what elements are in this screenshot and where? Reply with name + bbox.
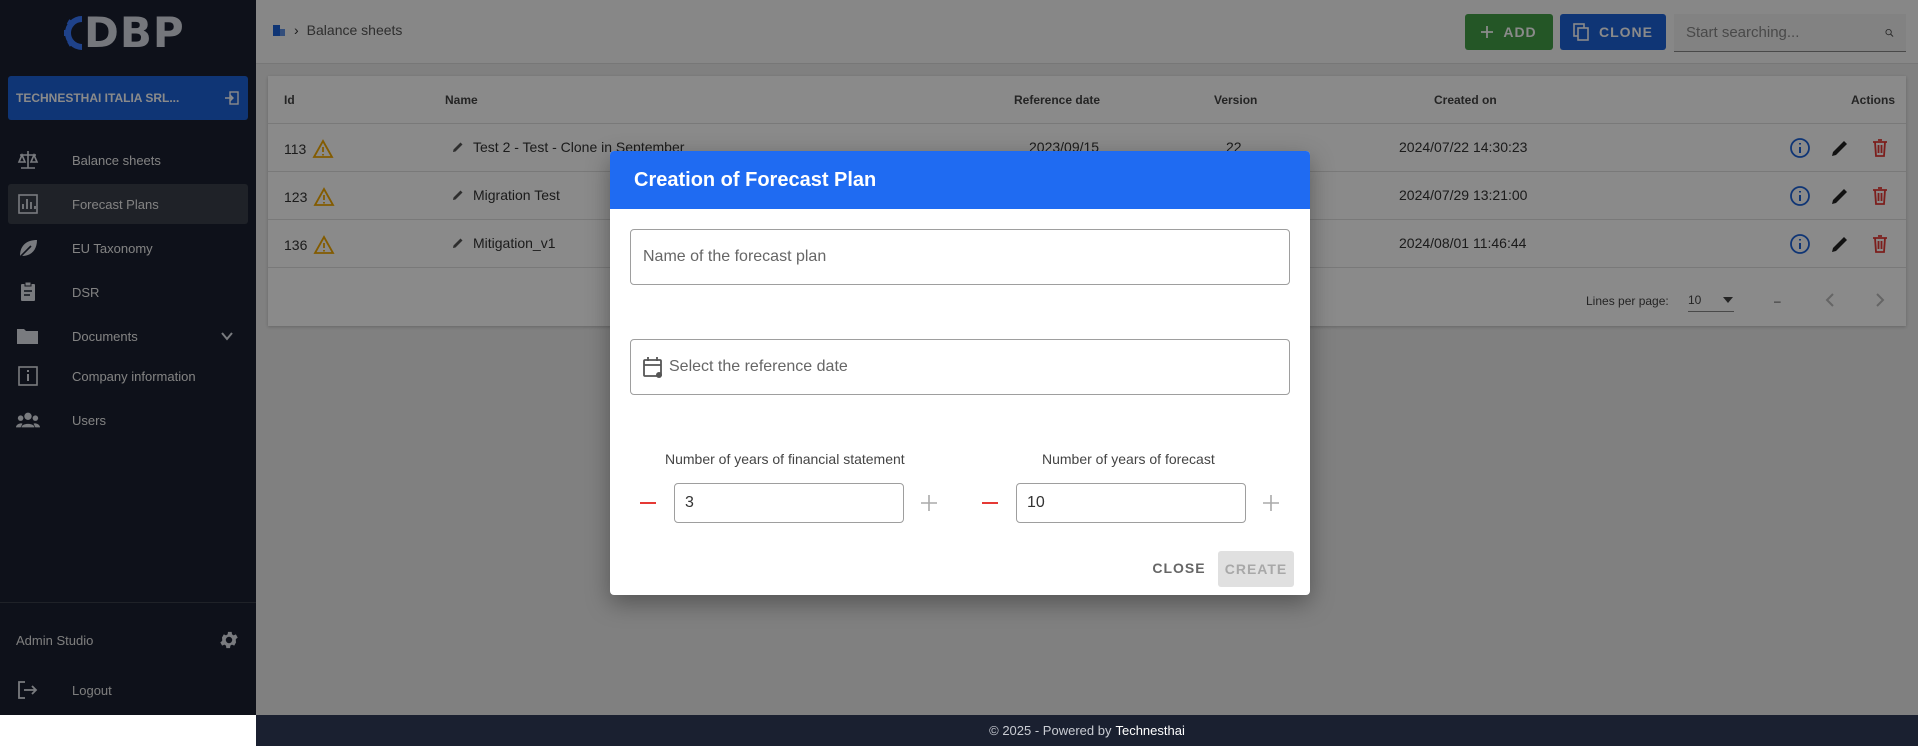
forecast-years-decrement-button[interactable] <box>978 491 1002 515</box>
fs-years-decrement-button[interactable] <box>636 491 660 515</box>
forecast-name-field[interactable] <box>630 229 1290 285</box>
create-button[interactable]: CREATE <box>1218 551 1294 587</box>
footer-text: © 2025 - Powered by <box>989 723 1112 738</box>
close-button[interactable]: CLOSE <box>1146 551 1212 585</box>
forecast-years-label: Number of years of forecast <box>1042 451 1215 467</box>
forecast-name-input[interactable] <box>643 248 1289 266</box>
fs-years-label: Number of years of financial statement <box>665 451 905 467</box>
fs-years-input[interactable] <box>674 483 904 523</box>
calendar-icon[interactable] <box>643 356 663 378</box>
minus-icon <box>640 502 656 504</box>
minus-icon <box>982 502 998 504</box>
forecast-years-input[interactable] <box>1016 483 1246 523</box>
create-forecast-dialog: Creation of Forecast Plan Number of year… <box>610 151 1310 595</box>
footer: © 2025 - Powered by Technesthai <box>256 715 1918 746</box>
forecast-years-increment-button[interactable] <box>1259 491 1283 515</box>
reference-date-field[interactable] <box>630 339 1290 395</box>
dialog-title: Creation of Forecast Plan <box>610 151 1310 209</box>
plus-icon <box>921 495 937 511</box>
plus-icon <box>1263 495 1279 511</box>
footer-brand: Technesthai <box>1115 723 1185 738</box>
reference-date-input[interactable] <box>669 358 1289 376</box>
fs-years-increment-button[interactable] <box>917 491 941 515</box>
